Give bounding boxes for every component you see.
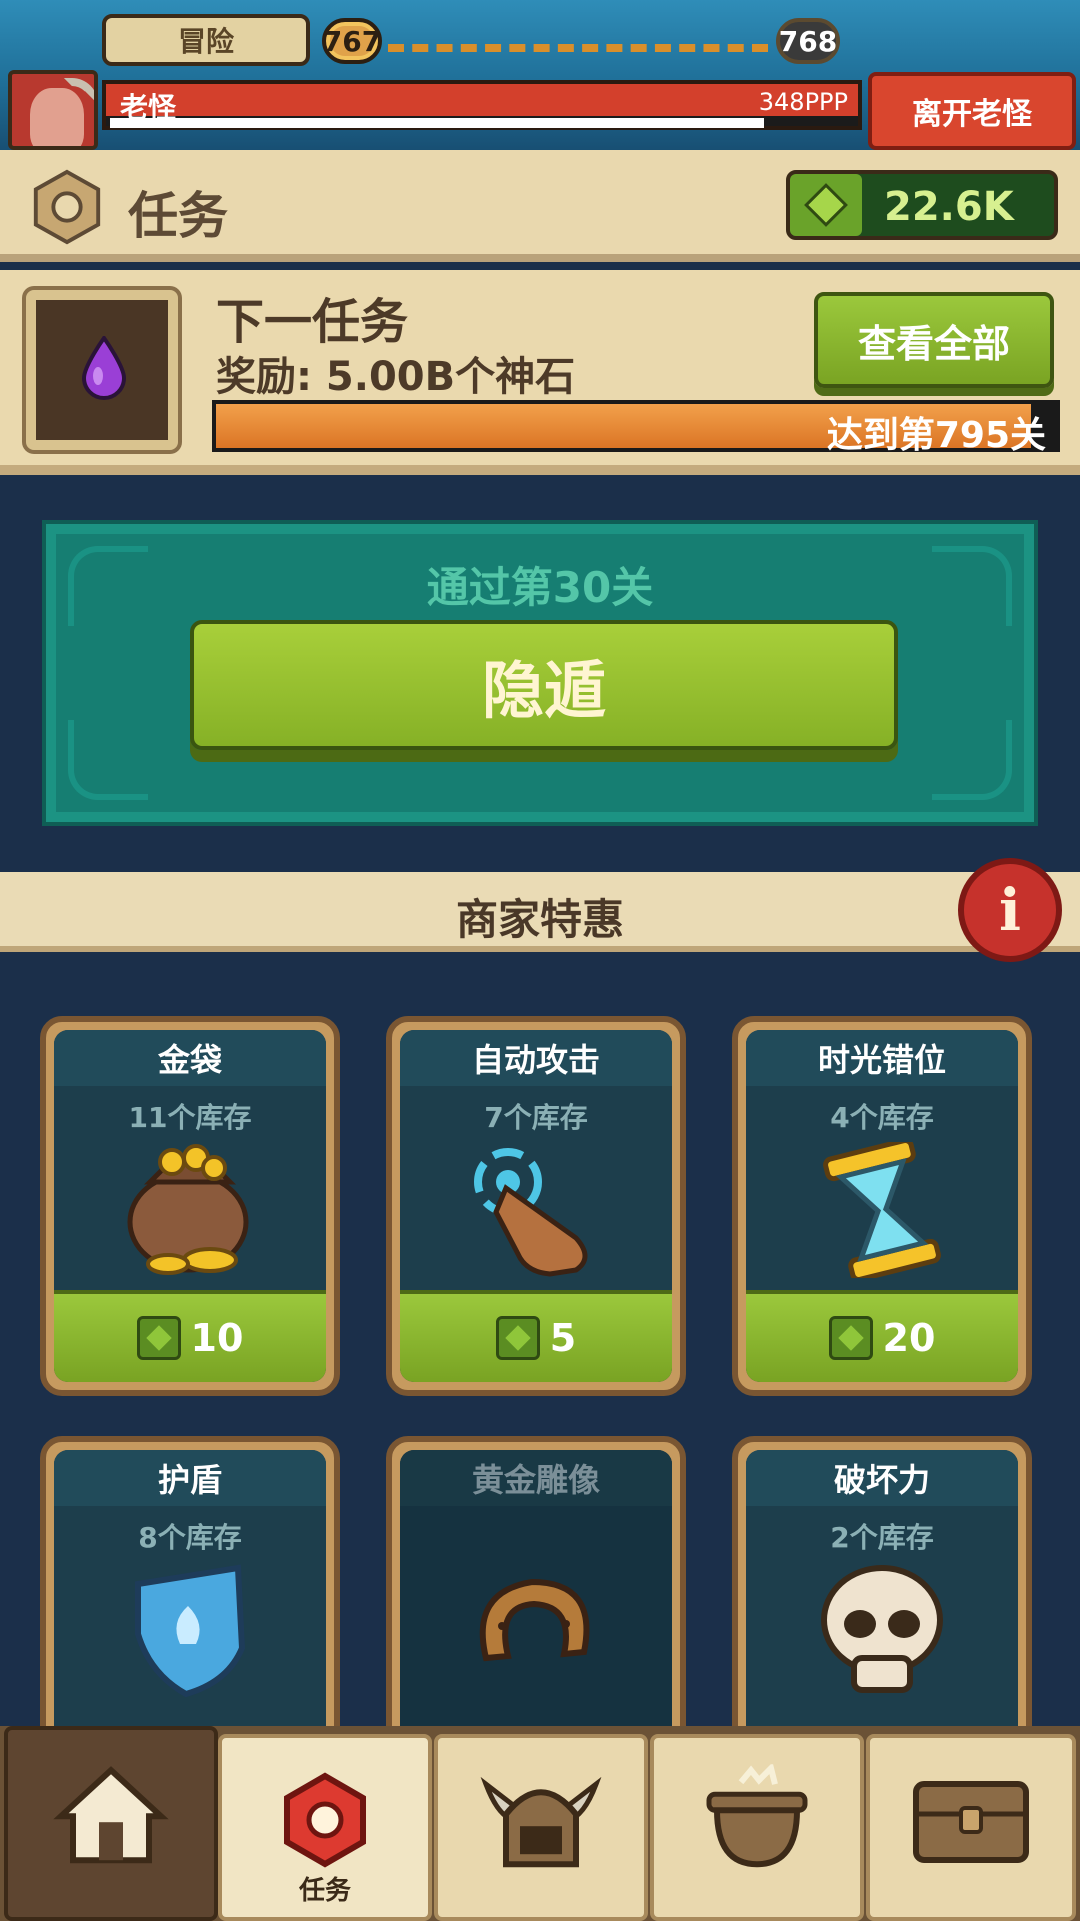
gold-bag-icon xyxy=(127,1144,249,1275)
retire-requirement: 通过第30关 xyxy=(426,563,654,612)
page-title: 任务 xyxy=(128,187,228,245)
stage-progress-path xyxy=(388,44,768,52)
nav-tab-shop[interactable] xyxy=(866,1734,1076,1921)
home-icon xyxy=(53,1765,169,1863)
nav-tab-heroes[interactable] xyxy=(434,1734,648,1921)
shop-item-name: 破坏力 xyxy=(746,1450,1018,1506)
retire-panel: 通过第30关 隐遁 xyxy=(42,520,1038,826)
view-all-button[interactable]: 查看全部 xyxy=(814,292,1054,388)
shop-item-stock: 11个库存 xyxy=(128,1101,252,1134)
gem-icon xyxy=(790,174,862,236)
shop-item-price-value: 20 xyxy=(882,1316,936,1360)
info-button[interactable]: i xyxy=(958,858,1062,962)
shop-item-name: 护盾 xyxy=(54,1450,326,1506)
shop-item-gold-bag[interactable]: 金袋 11个库存 10 xyxy=(40,1016,340,1396)
mission-nut-icon xyxy=(284,1772,366,1867)
merchant-title: 商家特惠 xyxy=(455,895,624,944)
shop-item-price[interactable]: 20 xyxy=(746,1290,1018,1382)
bottom-nav: 任务 xyxy=(0,1726,1080,1921)
next-stage-badge: 768 xyxy=(776,18,840,64)
mission-nut-icon xyxy=(33,169,101,245)
mission-progress-text: 达到第795关 xyxy=(826,415,1046,456)
next-mission-title: 下一任务 xyxy=(216,294,409,350)
mission-progress-bar: 达到第795关 xyxy=(212,400,1060,456)
viking-helmet-icon xyxy=(480,1776,602,1867)
shop-item-price[interactable]: 5 xyxy=(400,1290,672,1382)
nav-tab-missions[interactable]: 任务 xyxy=(218,1734,432,1921)
shop-item-price-value: 5 xyxy=(549,1316,577,1360)
current-stage-badge: 767 xyxy=(322,18,382,64)
gem-icon xyxy=(495,1316,540,1360)
shop-item-name: 金袋 xyxy=(54,1030,326,1086)
shop-item-price[interactable]: 10 xyxy=(54,1290,326,1382)
shop-item-stock: 7个库存 xyxy=(484,1101,588,1134)
gem-icon xyxy=(828,1316,873,1360)
treasure-chest-icon xyxy=(913,1780,1029,1863)
dark-gem-drop-icon xyxy=(81,336,127,400)
skull-icon xyxy=(821,1565,943,1693)
boss-hp-value: 348PPP xyxy=(758,88,848,116)
nav-tab-label: 任务 xyxy=(298,1876,351,1906)
shop-item-time-warp[interactable]: 时光错位 4个库存 20 xyxy=(732,1016,1032,1396)
boss-health-bar: 老怪 348PPP xyxy=(102,80,862,130)
horseshoe-icon xyxy=(479,1578,590,1662)
boss-timer-bar xyxy=(110,118,765,128)
shop-item-stock: 4个库存 xyxy=(830,1101,934,1134)
cauldron-icon xyxy=(706,1763,808,1867)
shop-item-stock: 2个库存 xyxy=(830,1521,934,1554)
leave-boss-button[interactable]: 离开老怪 xyxy=(868,72,1076,150)
hourglass-icon xyxy=(823,1142,941,1278)
shop-item-stock: 8个库存 xyxy=(138,1521,242,1554)
shop-item-name: 时光错位 xyxy=(746,1030,1018,1086)
mission-reward-text: 奖励: 5.00B个神石 xyxy=(216,354,576,400)
adventure-button[interactable]: 冒险 xyxy=(102,14,310,66)
retire-button[interactable]: 隐遁 xyxy=(190,620,898,750)
top-bar: 冒险 767 768 老怪 348PPP 离开老怪 xyxy=(0,0,1080,150)
gem-count: 22.6K xyxy=(884,184,1014,230)
shop-item-price-value: 10 xyxy=(190,1316,244,1360)
boss-hp-fill xyxy=(106,84,858,116)
gem-counter: 22.6K xyxy=(786,170,1058,240)
mission-header: 任务 22.6K xyxy=(0,150,1080,262)
tap-hand-icon xyxy=(474,1148,588,1277)
shield-icon xyxy=(135,1564,246,1698)
nav-tab-artifacts[interactable] xyxy=(650,1734,864,1921)
boss-portrait xyxy=(8,70,98,150)
shop-item-name: 黄金雕像 xyxy=(400,1450,672,1506)
merchant-header: 商家特惠 i xyxy=(0,858,1080,962)
mission-reward-frame xyxy=(26,290,178,450)
shop-item-auto-attack[interactable]: 自动攻击 7个库存 5 xyxy=(386,1016,686,1396)
next-mission-panel: 下一任务 奖励: 5.00B个神石 查看全部 达到第795关 xyxy=(0,270,1080,475)
shop-item-name: 自动攻击 xyxy=(400,1030,672,1086)
gem-icon xyxy=(136,1316,181,1360)
nav-tab-home[interactable] xyxy=(4,1726,218,1921)
